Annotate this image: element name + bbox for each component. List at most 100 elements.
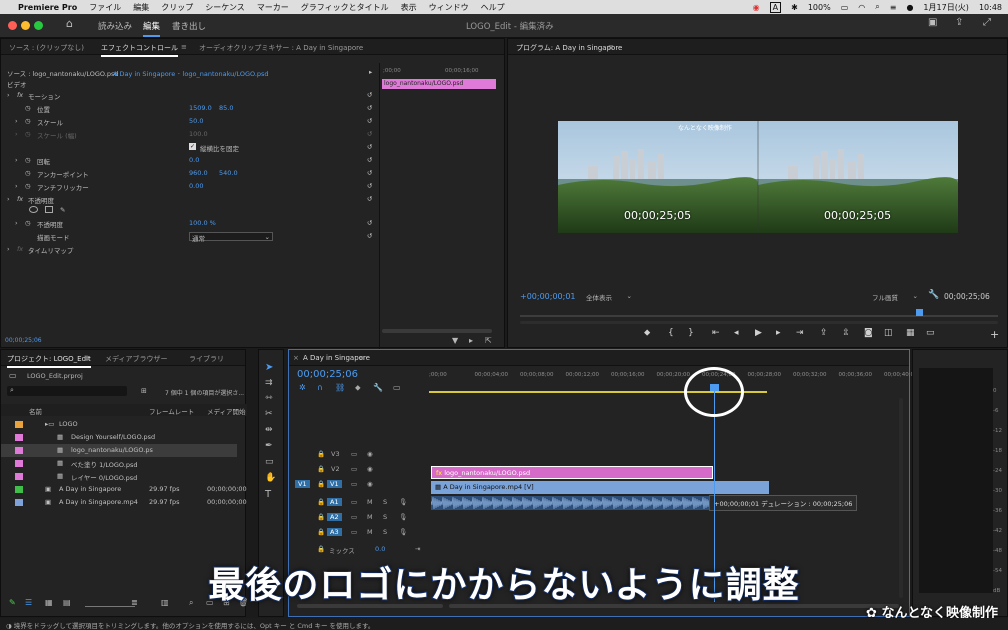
mic-icon[interactable]: 🎙: [399, 498, 407, 506]
track-a1-label[interactable]: A1: [327, 498, 342, 506]
menu-edit[interactable]: 編集: [133, 2, 149, 13]
tab-libraries[interactable]: ライブラリ: [189, 354, 224, 364]
lock-icon[interactable]: 🔒: [317, 545, 325, 553]
solo-button[interactable]: S: [383, 498, 387, 506]
sync-lock-icon[interactable]: ▭: [351, 498, 357, 506]
stopwatch-icon[interactable]: ◷: [25, 156, 31, 164]
effect-timecode[interactable]: 00;00;25;06: [5, 337, 42, 344]
sync-lock-icon[interactable]: ▭: [351, 513, 357, 521]
workspace-edit[interactable]: 編集: [143, 20, 161, 37]
selection-tool-icon[interactable]: ➤: [265, 362, 273, 373]
menu-window[interactable]: ウィンドウ: [429, 2, 469, 13]
eye-icon[interactable]: ◉: [367, 450, 373, 458]
program-playhead[interactable]: [916, 309, 923, 316]
project-item[interactable]: ▦ べた塗り 1/LOGO.psd: [1, 457, 237, 470]
menu-sequence[interactable]: シーケンス: [205, 2, 245, 13]
blend-mode-select[interactable]: 通常 ⌄: [189, 232, 273, 243]
menu-clip[interactable]: クリップ: [161, 2, 193, 13]
project-item[interactable]: ▣ A Day in Singapore.mp4 29.97 fps 00;00;00…: [1, 496, 247, 509]
new-bin-from-search-icon[interactable]: ⊞: [141, 387, 147, 395]
stopwatch-icon[interactable]: ◷: [25, 219, 31, 227]
tab-source[interactable]: ソース : (クリップなし): [9, 43, 84, 53]
button-editor-icon[interactable]: ▦: [906, 328, 915, 338]
siri-icon[interactable]: ●: [906, 3, 913, 12]
menu-view[interactable]: 表示: [401, 2, 417, 13]
export-icon[interactable]: ⇱: [485, 336, 492, 345]
track-select-tool-icon[interactable]: ⇉: [265, 378, 273, 388]
wrench-icon[interactable]: 🔧: [373, 383, 383, 392]
hand-tool-icon[interactable]: ✋: [265, 473, 276, 483]
mute-button[interactable]: M: [367, 513, 373, 521]
rectangle-tool-icon[interactable]: ▭: [265, 457, 274, 467]
label-color-swatch[interactable]: [15, 421, 23, 428]
fullscreen-icon[interactable]: ⤢: [983, 17, 991, 28]
camera-icon[interactable]: ◙: [864, 328, 873, 338]
scale-value[interactable]: 50.0: [189, 117, 203, 125]
label-color-swatch[interactable]: [15, 486, 23, 493]
lock-icon[interactable]: 🔒: [317, 528, 325, 536]
reset-icon[interactable]: ↺: [367, 232, 372, 240]
quick-export-icon[interactable]: ▣: [928, 17, 937, 28]
pen-mask-icon[interactable]: ✎: [60, 206, 65, 214]
opacity-group-label[interactable]: 不透明度: [28, 195, 54, 205]
mic-icon[interactable]: 🎙: [399, 528, 407, 536]
zoom-window-button[interactable]: [34, 21, 43, 30]
minimize-window-button[interactable]: [21, 21, 30, 30]
extract-icon[interactable]: ⇫: [842, 328, 850, 338]
panel-menu-icon[interactable]: ≡: [181, 43, 187, 51]
tab-audio-mixer[interactable]: オーディオクリップミキサー : A Day in Singapore: [199, 43, 363, 53]
sequence-path[interactable]: A Day in Singapore ･ logo_nantonaku/LOGO…: [113, 68, 269, 78]
ellipse-mask-icon[interactable]: [29, 206, 38, 213]
control-center-icon[interactable]: ≡: [890, 3, 897, 12]
tab-media-browser[interactable]: メディアブラウザー: [105, 354, 168, 364]
timeline-timecode[interactable]: 00;00;25;06: [297, 369, 358, 380]
solo-button[interactable]: S: [383, 513, 387, 521]
mix-value[interactable]: 0.0: [375, 545, 385, 553]
project-item[interactable]: ▣ A Day in Singapore 29.97 fps 00;00;00;00: [1, 483, 247, 496]
lock-icon[interactable]: 🔒: [317, 513, 325, 521]
label-color-swatch[interactable]: [15, 434, 23, 441]
reset-icon[interactable]: ↺: [367, 117, 372, 125]
label-color-swatch[interactable]: [15, 447, 23, 454]
reset-icon[interactable]: ↺: [367, 195, 372, 203]
clip-video[interactable]: ▦ A Day in Singapore.mp4 [V]: [431, 481, 769, 494]
razor-tool-icon[interactable]: ✂: [265, 409, 273, 419]
add-button-icon[interactable]: +: [990, 328, 999, 341]
col-start[interactable]: メディア開始: [207, 406, 246, 416]
track-v3-label[interactable]: V3: [331, 450, 340, 458]
reset-icon[interactable]: ↺: [367, 156, 372, 164]
panel-menu-icon[interactable]: ≡: [359, 354, 365, 362]
flicker-value[interactable]: 0.00: [189, 182, 203, 190]
stopwatch-icon[interactable]: ◷: [25, 117, 31, 125]
fit-select[interactable]: 全体表示 ⌄: [584, 291, 634, 302]
play-icon[interactable]: ▶: [755, 328, 762, 338]
source-patch-v1[interactable]: V1: [295, 480, 310, 488]
rotation-value[interactable]: 0.0: [189, 156, 199, 164]
panel-menu-icon[interactable]: ≡: [608, 43, 614, 51]
vr-icon[interactable]: ▭: [926, 328, 935, 338]
project-item[interactable]: ▸▭ LOGO: [1, 418, 237, 431]
lock-icon[interactable]: 🔒: [317, 465, 325, 473]
stopwatch-icon[interactable]: ◷: [25, 182, 31, 190]
snap-icon[interactable]: ∩: [317, 383, 323, 392]
col-fps[interactable]: フレームレート: [149, 406, 194, 416]
add-marker-icon[interactable]: ⬥: [355, 383, 361, 393]
play-only-audio-icon[interactable]: ▸: [469, 336, 473, 345]
type-tool-icon[interactable]: T: [265, 489, 271, 500]
wrench-icon[interactable]: 🔧: [928, 290, 939, 300]
video-frame[interactable]: なんとなく映像制作 00;00;25;05 00;00;25;05: [558, 121, 958, 233]
lock-icon[interactable]: 🔒: [317, 450, 325, 458]
program-scrubber[interactable]: [520, 315, 998, 317]
mic-icon[interactable]: 🎙: [399, 513, 407, 521]
tab-effect-controls[interactable]: エフェクトコントロール: [101, 43, 178, 57]
col-name[interactable]: 名前: [29, 406, 42, 416]
timeremap-label[interactable]: タイムリマップ: [28, 245, 73, 255]
captions-icon[interactable]: ▭: [393, 383, 401, 392]
reset-icon[interactable]: ↺: [367, 169, 372, 177]
search-icon[interactable]: ⌕: [875, 2, 879, 12]
workspace-export[interactable]: 書き出し: [172, 20, 206, 32]
menu-file[interactable]: ファイル: [89, 2, 121, 13]
reset-icon[interactable]: ↺: [367, 219, 372, 227]
eye-icon[interactable]: ◉: [367, 480, 373, 488]
close-window-button[interactable]: [8, 21, 17, 30]
